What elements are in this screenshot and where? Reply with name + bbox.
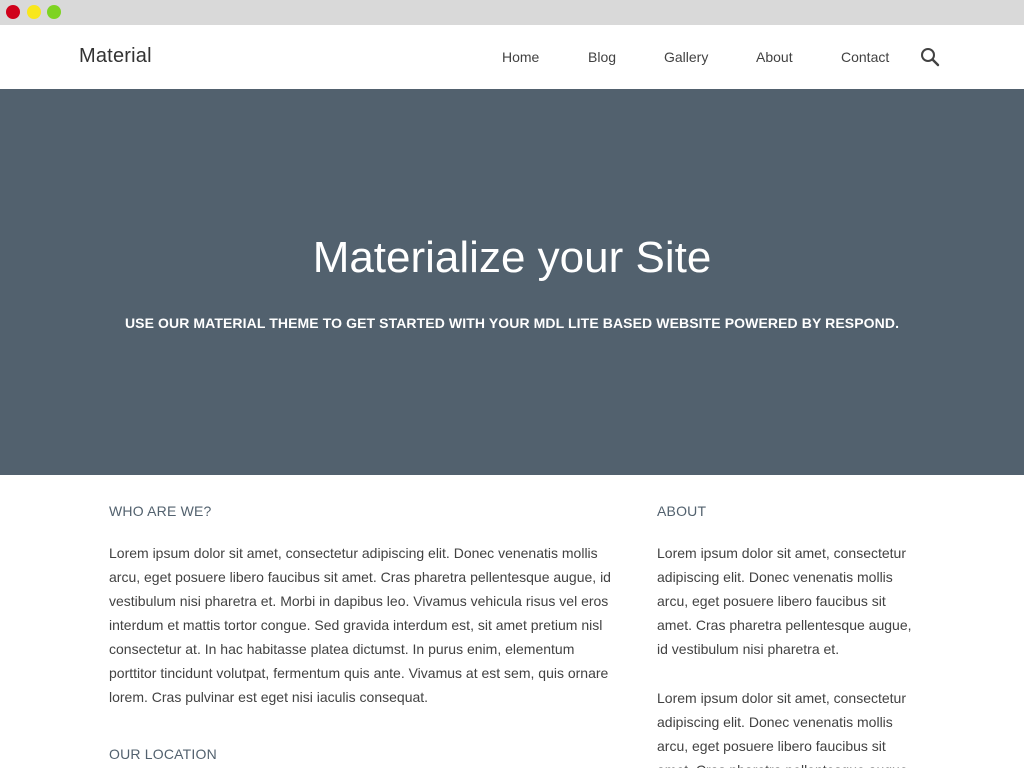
close-window-button[interactable] xyxy=(6,5,20,19)
nav-home-link[interactable]: Home xyxy=(502,49,539,65)
site-brand[interactable]: Material xyxy=(79,45,152,68)
about-text-2: Lorem ipsum dolor sit amet, consectetur … xyxy=(657,690,912,768)
hero-subtitle: USE OUR MATERIAL THEME TO GET STARTED WI… xyxy=(124,315,900,331)
our-location-heading: OUR LOCATION xyxy=(109,746,217,762)
search-button[interactable] xyxy=(918,45,942,69)
main-content: WHO ARE WE? Lorem ipsum dolor sit amet, … xyxy=(0,475,1024,768)
about-text-1: Lorem ipsum dolor sit amet, consectetur … xyxy=(657,545,912,657)
site-header: Material Home Blog Gallery About Contact xyxy=(0,25,1024,89)
window-titlebar xyxy=(0,0,1024,25)
zoom-window-button[interactable] xyxy=(47,5,61,19)
hero-title: Materialize your Site xyxy=(312,233,712,282)
nav-about-link[interactable]: About xyxy=(756,49,793,65)
nav-contact-link[interactable]: Contact xyxy=(841,49,889,65)
search-icon xyxy=(921,48,940,67)
nav-blog-link[interactable]: Blog xyxy=(588,49,616,65)
minimize-window-button[interactable] xyxy=(27,5,41,19)
hero-banner: Materialize your Site USE OUR MATERIAL T… xyxy=(0,89,1024,475)
who-are-we-text: Lorem ipsum dolor sit amet, consectetur … xyxy=(109,545,611,705)
who-are-we-heading: WHO ARE WE? xyxy=(109,503,212,519)
about-heading: ABOUT xyxy=(657,503,707,519)
nav-gallery-link[interactable]: Gallery xyxy=(664,49,708,65)
